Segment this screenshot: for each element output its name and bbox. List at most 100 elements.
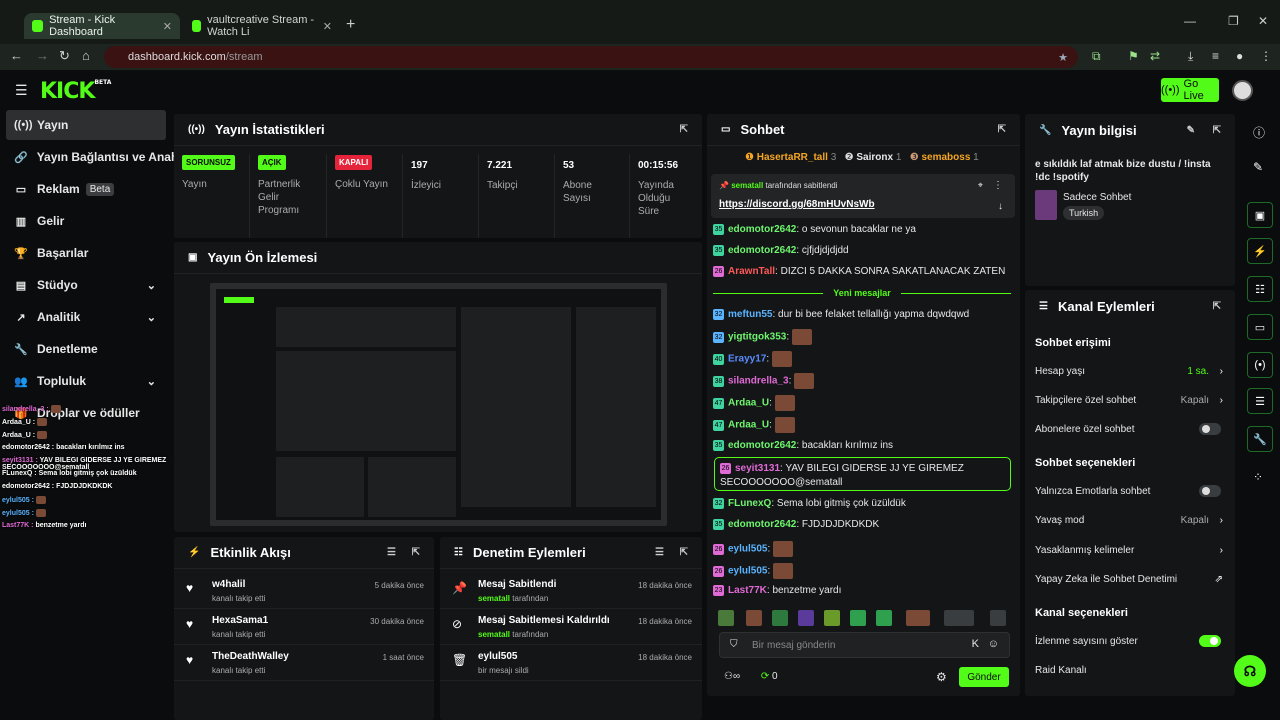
edit-icon[interactable]: ✎ — [1187, 125, 1195, 136]
avatar[interactable] — [1232, 80, 1253, 101]
setting-ai-moderation[interactable]: Yapay Zeka ile Sohbet Denetimi ⇗ — [1035, 574, 1225, 585]
users-icon[interactable]: ⚇∞ — [724, 671, 740, 682]
chat-username[interactable]: edomotor2642 — [728, 440, 796, 451]
browser-tab[interactable]: vaultcreative Stream - Watch Li ✕ — [184, 13, 340, 39]
reload-icon[interactable]: ↻ — [59, 48, 70, 64]
unpin-icon[interactable]: ⌖ — [978, 180, 983, 191]
close-tab-icon[interactable]: ✕ — [163, 20, 172, 33]
chat-username[interactable]: Erayy17 — [728, 354, 766, 365]
go-live-button[interactable]: ((•)) Go Live — [1161, 78, 1219, 102]
minimize-icon[interactable]: — — [1184, 14, 1196, 28]
emote-icon[interactable] — [772, 610, 788, 626]
wrench-icon[interactable]: 🔧 — [1247, 426, 1273, 452]
sidebar-item-analytics[interactable]: ↗ Analitik ⌄ — [6, 302, 166, 332]
chat-username[interactable]: Ardaa_U — [728, 420, 769, 431]
stats-widget-icon[interactable]: ▣ — [1247, 202, 1273, 228]
toggle-switch[interactable] — [1199, 485, 1221, 497]
setting-emote-only[interactable]: Yalnızca Emotlarla sohbet — [1035, 485, 1225, 497]
moderator-name[interactable]: sematall — [478, 594, 510, 603]
emote-icon[interactable] — [944, 610, 974, 626]
leader-name[interactable]: semaboss — [921, 152, 970, 163]
toggle-switch[interactable] — [1199, 635, 1221, 647]
leader-name[interactable]: Saironx — [856, 152, 893, 163]
translate-icon[interactable]: ⇄ — [1150, 49, 1160, 63]
forward-icon[interactable]: → — [36, 48, 49, 63]
filter-icon[interactable]: ☰ — [387, 547, 396, 558]
list-icon[interactable]: ☷ — [1247, 276, 1273, 302]
expand-icon[interactable]: ↓ — [998, 201, 1003, 212]
chat-username[interactable]: yigtitgok353 — [728, 332, 786, 343]
send-button[interactable]: Gönder — [959, 667, 1009, 687]
maximize-icon[interactable]: ❐ — [1228, 14, 1239, 28]
chat-username[interactable]: FLunexQ — [728, 498, 771, 509]
extension-icon[interactable]: ⧉ — [1092, 49, 1101, 64]
emote-icon[interactable] — [876, 610, 892, 626]
popout-icon[interactable]: ⇱ — [1213, 125, 1221, 136]
category-name[interactable]: Sadece Sohbet — [1063, 192, 1131, 203]
new-tab-icon[interactable]: + — [346, 16, 355, 34]
moderator-name[interactable]: sematall — [478, 630, 510, 639]
stack-icon[interactable]: ☰ — [1247, 388, 1273, 414]
chat-username[interactable]: meftun55 — [728, 309, 772, 320]
filter-icon[interactable]: ☰ — [655, 547, 664, 558]
bookmark-star-icon[interactable]: ★ — [1058, 51, 1068, 64]
chat-username[interactable]: seyit3131 — [735, 463, 780, 474]
sidebar-item-ads[interactable]: ▭ Reklam Beta — [6, 174, 166, 204]
pinned-by[interactable]: sematall — [731, 181, 763, 190]
url-input[interactable]: dashboard.kick.com/stream ★ — [104, 46, 1078, 68]
lightning-icon[interactable]: ⚡ — [1247, 238, 1273, 264]
setting-followers-only[interactable]: Takipçilere özel sohbet Kapalı › — [1035, 395, 1225, 406]
popout-icon[interactable]: ⇱ — [412, 547, 420, 558]
profile-icon[interactable]: ● — [1236, 49, 1243, 63]
extension-icon[interactable]: ⚑ — [1128, 49, 1139, 63]
sidebar-item-stream-key[interactable]: 🔗 Yayın Bağlantısı ve Anahtar — [6, 142, 194, 172]
menu-icon[interactable]: ⋮ — [1260, 49, 1272, 63]
setting-raid-channel[interactable]: Raid Kanalı — [1035, 665, 1225, 676]
chat-username[interactable]: Last77K — [728, 585, 767, 596]
chat-username[interactable]: edomotor2642 — [728, 224, 796, 235]
sidebar-item-revenue[interactable]: ▥ Gelir — [6, 206, 166, 236]
download-icon[interactable]: ⤓ — [1188, 49, 1193, 64]
help-chat-button[interactable]: ☊ — [1234, 655, 1266, 687]
popout-icon[interactable]: ⇱ — [680, 124, 688, 135]
sidebar-item-studio[interactable]: ▤ Stüdyo ⌄ — [6, 270, 166, 300]
chat-username[interactable]: ArawnTall — [728, 266, 775, 277]
pinned-link[interactable]: https://discord.gg/68mHUvNsWb — [719, 199, 875, 210]
chat-username[interactable]: edomotor2642 — [728, 245, 796, 256]
emote-icon[interactable] — [990, 610, 1006, 626]
emote-icon[interactable] — [746, 610, 762, 626]
close-window-icon[interactable]: ✕ — [1258, 14, 1268, 28]
chat-username[interactable]: eylul505 — [728, 544, 767, 555]
leader-name[interactable]: HasertaRR_tall — [757, 152, 828, 163]
setting-account-age[interactable]: Hesap yaşı 1 sa. › — [1035, 366, 1225, 377]
kick-logo[interactable]: KICKBETA — [40, 79, 111, 104]
home-icon[interactable]: ⌂ — [82, 48, 90, 63]
sidebar-item-stream[interactable]: ((•)) Yayın — [6, 110, 166, 140]
chat-icon[interactable]: ▭ — [1247, 314, 1273, 340]
stream-preview-video[interactable] — [210, 283, 667, 526]
setting-show-viewcount[interactable]: İzlenme sayısını göster — [1035, 635, 1225, 647]
toggle-switch[interactable] — [1199, 423, 1221, 435]
more-options-icon[interactable]: ⋮ — [993, 180, 1003, 191]
sidebar-item-achievements[interactable]: 🏆 Başarılar — [6, 238, 166, 268]
broadcast-icon[interactable]: (•) — [1247, 352, 1273, 378]
info-icon[interactable]: ⓘ — [1253, 124, 1265, 141]
browser-tab-active[interactable]: Stream - Kick Dashboard ✕ — [24, 13, 180, 39]
emoji-icon[interactable]: ☺ — [988, 638, 999, 650]
grid-icon[interactable]: ⁘ — [1253, 470, 1263, 484]
close-tab-icon[interactable]: ✕ — [323, 20, 332, 33]
emote-icon[interactable] — [824, 610, 840, 626]
hamburger-menu-icon[interactable]: ☰ — [15, 82, 28, 99]
sidebar-item-moderation[interactable]: 🔧 Denetleme — [6, 334, 166, 364]
popout-icon[interactable]: ⇱ — [1213, 301, 1221, 312]
back-icon[interactable]: ← — [10, 48, 23, 63]
setting-slow-mode[interactable]: Yavaş mod Kapalı › — [1035, 515, 1225, 526]
emote-icon[interactable] — [718, 610, 734, 626]
gear-icon[interactable]: ⚙ — [936, 670, 947, 684]
setting-subscribers-only[interactable]: Abonelere özel sohbet — [1035, 423, 1225, 435]
chat-username[interactable]: edomotor2642 — [728, 519, 796, 530]
chat-username[interactable]: silandrella_3 — [728, 376, 789, 387]
emote-icon[interactable] — [798, 610, 814, 626]
emote-icon[interactable] — [906, 610, 930, 626]
emote-icon[interactable] — [850, 610, 866, 626]
